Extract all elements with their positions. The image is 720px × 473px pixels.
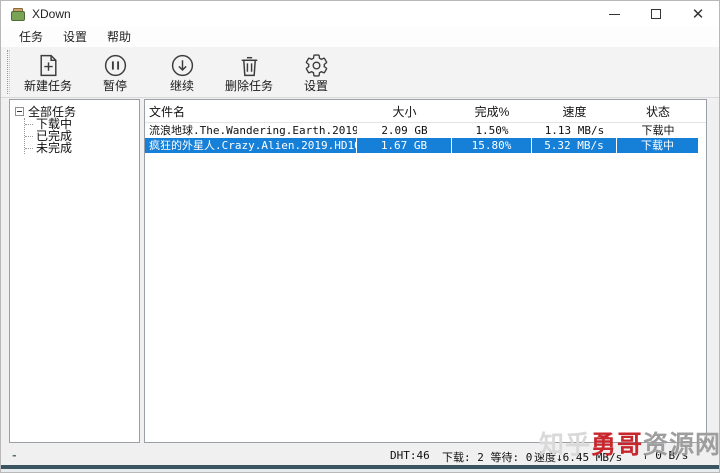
tree-collapse-icon[interactable] — [15, 106, 24, 116]
status-upload-speed: ↑ 0 B/s — [642, 449, 689, 462]
new-task-button[interactable]: 新建任务 — [19, 49, 77, 95]
settings-button[interactable]: 设置 — [287, 49, 345, 95]
main-area: 全部任务 下载中 已完成 未完成 文件名 大小 完成% 速度 状态 流浪地球.T… — [1, 98, 719, 444]
delete-task-label: 删除任务 — [224, 78, 273, 93]
minimize-button[interactable] — [593, 1, 635, 27]
minimize-icon — [608, 13, 620, 15]
col-header-status[interactable]: 状态 — [617, 103, 699, 120]
row-filename: 疯狂的外星人.Crazy.Alien.2019.HD1080P.X... — [145, 138, 357, 153]
settings-icon — [304, 53, 329, 78]
title-bar: XDown ✕ — [1, 1, 719, 27]
tree-children: 下载中 已完成 未完成 — [24, 118, 139, 154]
window-controls: ✕ — [593, 1, 719, 27]
download-table-panel: 文件名 大小 完成% 速度 状态 流浪地球.The.Wandering.Eart… — [144, 99, 707, 443]
app-window: XDown ✕ 任务 设置 帮助 新建任务 暂停 继续 删除任务 设置 全部任务… — [0, 0, 720, 473]
app-icon — [10, 7, 26, 22]
new-task-label: 新建任务 — [23, 78, 72, 93]
table-row-selected[interactable]: 疯狂的外星人.Crazy.Alien.2019.HD1080P.X... 1.6… — [145, 138, 706, 153]
resume-button[interactable]: 继续 — [153, 49, 211, 95]
maximize-icon — [651, 9, 661, 19]
status-dash: - — [11, 449, 18, 462]
row-speed: 1.13 MB/s — [544, 124, 605, 137]
table-row[interactable]: 流浪地球.The.Wandering.Earth.2019.HD.10... 2… — [145, 123, 706, 138]
status-task-counts: 下载: 2 等待: 0 — [442, 451, 533, 464]
maximize-button[interactable] — [635, 1, 677, 27]
resume-icon — [170, 53, 195, 78]
delete-task-icon — [237, 53, 262, 78]
task-tree: 全部任务 下载中 已完成 未完成 — [10, 100, 139, 154]
delete-task-button[interactable]: 删除任务 — [220, 49, 278, 95]
menu-settings[interactable]: 设置 — [53, 26, 97, 48]
col-header-size[interactable]: 大小 — [357, 103, 452, 120]
tree-node-all-tasks[interactable]: 全部任务 — [15, 104, 139, 119]
table-header: 文件名 大小 完成% 速度 状态 — [145, 100, 706, 123]
window-title: XDown — [32, 7, 71, 21]
col-header-filename[interactable]: 文件名 — [145, 103, 357, 120]
menu-task[interactable]: 任务 — [9, 26, 53, 48]
toolbar: 新建任务 暂停 继续 删除任务 设置 — [1, 47, 719, 98]
resume-label: 继续 — [169, 78, 194, 93]
row-filename: 流浪地球.The.Wandering.Earth.2019.HD.10... — [149, 124, 357, 137]
row-size: 1.67 GB — [357, 138, 452, 153]
pause-label: 暂停 — [102, 78, 127, 93]
status-bar: - DHT:46 下载: 2 等待: 0 速度↓6.45 MB/s ↑ 0 B/… — [1, 444, 719, 467]
menu-bar: 任务 设置 帮助 — [1, 27, 719, 47]
row-speed: 5.32 MB/s — [532, 138, 617, 153]
task-tree-panel: 全部任务 下载中 已完成 未完成 — [9, 99, 140, 443]
settings-label: 设置 — [303, 78, 328, 93]
status-dht: DHT:46 — [390, 449, 430, 462]
row-percent: 15.80% — [452, 138, 532, 153]
status-download-speed: 速度↓6.45 MB/s — [534, 451, 623, 464]
row-status: 下载中 — [641, 124, 675, 137]
row-size: 2.09 GB — [381, 124, 428, 137]
new-task-icon — [36, 53, 61, 78]
col-header-percent[interactable]: 完成% — [452, 103, 532, 120]
col-header-speed[interactable]: 速度 — [532, 103, 617, 120]
pause-button[interactable]: 暂停 — [86, 49, 144, 95]
row-status: 下载中 — [617, 138, 699, 153]
window-bottom-strip — [1, 469, 719, 472]
menu-help[interactable]: 帮助 — [97, 26, 141, 48]
close-button[interactable]: ✕ — [677, 1, 719, 27]
row-percent: 1.50% — [475, 124, 509, 137]
toolbar-gripper[interactable] — [7, 50, 10, 94]
tree-node-incomplete[interactable]: 未完成 — [25, 142, 139, 154]
pause-icon — [103, 53, 128, 78]
